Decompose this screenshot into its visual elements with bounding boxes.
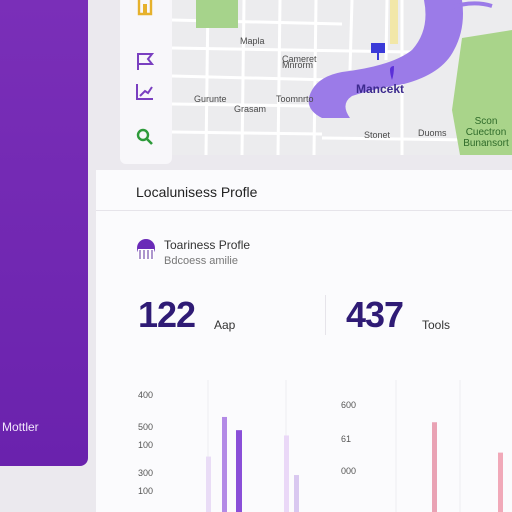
chart-bar[interactable] bbox=[206, 456, 211, 512]
chart-bar[interactable] bbox=[284, 435, 289, 512]
bar-charts: 400 500 100 300 100 600 61 000 bbox=[138, 380, 503, 512]
shop-icon[interactable] bbox=[134, 0, 156, 18]
stats-divider bbox=[325, 295, 326, 335]
flag-icon[interactable] bbox=[134, 50, 156, 72]
sidebar-label[interactable]: Mottler bbox=[2, 420, 39, 434]
chart-tick-label: 100 bbox=[138, 486, 153, 496]
chart-bar[interactable] bbox=[432, 422, 437, 512]
map-label: Duoms bbox=[418, 128, 447, 138]
map-label: Mnrorm bbox=[282, 60, 313, 70]
icon-rail bbox=[120, 0, 172, 164]
map-label: Stonet bbox=[364, 130, 391, 140]
chart-tick-label: 000 bbox=[341, 466, 356, 476]
place-name-label: Mancekt bbox=[356, 82, 405, 96]
map-pin-icon[interactable] bbox=[371, 43, 385, 60]
chart-bar[interactable] bbox=[498, 452, 503, 512]
chart-tick-label: 100 bbox=[138, 440, 153, 450]
park-label: Scon Cuectron Bunansort bbox=[463, 116, 509, 149]
stat-unit-tools: Tools bbox=[422, 318, 451, 332]
map[interactable]: Mapla Cameret Gurunte Grasam Toomnrto Mn… bbox=[172, 0, 512, 155]
chart-icon[interactable] bbox=[134, 80, 156, 102]
profile-name: Toariness Profle bbox=[164, 238, 251, 252]
chart-tick-label: 300 bbox=[138, 468, 153, 478]
avatar[interactable] bbox=[134, 238, 158, 262]
chart-tick-label: 500 bbox=[138, 422, 153, 432]
stat-unit-apps: Aap bbox=[214, 318, 236, 332]
stat-value-tools: 437 bbox=[346, 294, 404, 335]
map-label: Grasam bbox=[234, 104, 267, 114]
chart-tick-label: 61 bbox=[341, 434, 351, 444]
card-title: Localunisess Profle bbox=[136, 184, 258, 200]
map-label: Mapla bbox=[240, 36, 265, 46]
chart-bar[interactable] bbox=[236, 430, 242, 512]
chart-bar[interactable] bbox=[294, 475, 299, 512]
business-profile-card: Localunisess Profle Toariness Profle Bdc… bbox=[96, 170, 512, 512]
card-divider bbox=[96, 210, 512, 211]
stat-value-apps: 122 bbox=[138, 294, 196, 335]
chart-tick-label: 400 bbox=[138, 390, 153, 400]
park-area-north bbox=[196, 0, 238, 28]
search-icon[interactable] bbox=[134, 126, 156, 148]
profile-subtitle: Bdcoess amilie bbox=[164, 255, 238, 267]
map-label: Gurunte bbox=[194, 94, 227, 104]
chart-bar[interactable] bbox=[222, 416, 227, 512]
map-label: Toomnrto bbox=[276, 94, 314, 104]
chart-tick-label: 600 bbox=[341, 400, 356, 410]
sidebar: Mottler bbox=[0, 0, 88, 466]
